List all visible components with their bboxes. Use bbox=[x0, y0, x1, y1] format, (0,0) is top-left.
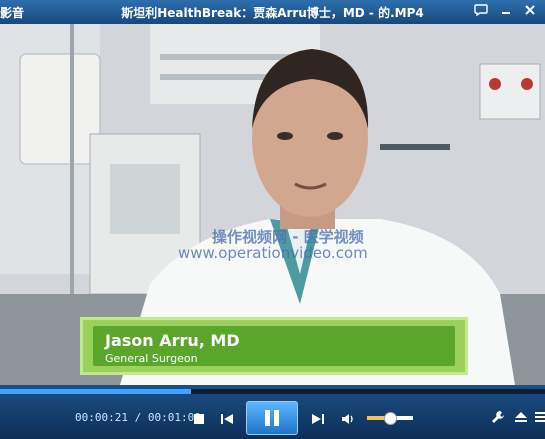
chat-icon[interactable] bbox=[472, 3, 490, 21]
volume-slider[interactable] bbox=[367, 412, 413, 425]
pause-icon bbox=[265, 410, 279, 426]
volume-icon[interactable] bbox=[341, 410, 355, 429]
pause-button[interactable] bbox=[246, 401, 298, 435]
window-title: 斯坦利HealthBreak：贾森Arru博士，MD - 的.MP4 bbox=[121, 6, 424, 20]
video-frame[interactable]: 操作视频网 - 医学视频 www.operationvideo.com Jaso… bbox=[0, 24, 545, 385]
minimize-icon[interactable] bbox=[497, 3, 515, 21]
lower-third-caption: Jason Arru, MD General Surgeon bbox=[80, 317, 468, 375]
playlist-icon[interactable] bbox=[535, 409, 545, 428]
stop-icon[interactable] bbox=[193, 410, 205, 429]
title-bar: 影音 斯坦利HealthBreak：贾森Arru博士，MD - 的.MP4 bbox=[0, 0, 545, 25]
time-elapsed: 00:00:21 bbox=[75, 411, 128, 424]
seek-bar-fill bbox=[0, 389, 191, 394]
player-controls: 00:00:21 / 00:01:00 bbox=[0, 385, 545, 439]
wrench-icon[interactable] bbox=[491, 409, 505, 428]
seek-bar[interactable] bbox=[0, 389, 545, 394]
time-display: 00:00:21 / 00:01:00 bbox=[75, 411, 201, 424]
eject-icon[interactable] bbox=[514, 409, 528, 428]
watermark-url: www.operationvideo.com bbox=[178, 244, 368, 262]
next-icon[interactable] bbox=[311, 410, 325, 429]
close-icon[interactable] bbox=[521, 3, 539, 21]
previous-icon[interactable] bbox=[220, 410, 234, 429]
volume-knob[interactable] bbox=[384, 412, 397, 425]
time-separator: / bbox=[134, 411, 142, 424]
speaker-name: Jason Arru, MD bbox=[105, 331, 240, 350]
speaker-title: General Surgeon bbox=[105, 352, 198, 365]
lower-third-panel: Jason Arru, MD General Surgeon bbox=[93, 326, 455, 366]
